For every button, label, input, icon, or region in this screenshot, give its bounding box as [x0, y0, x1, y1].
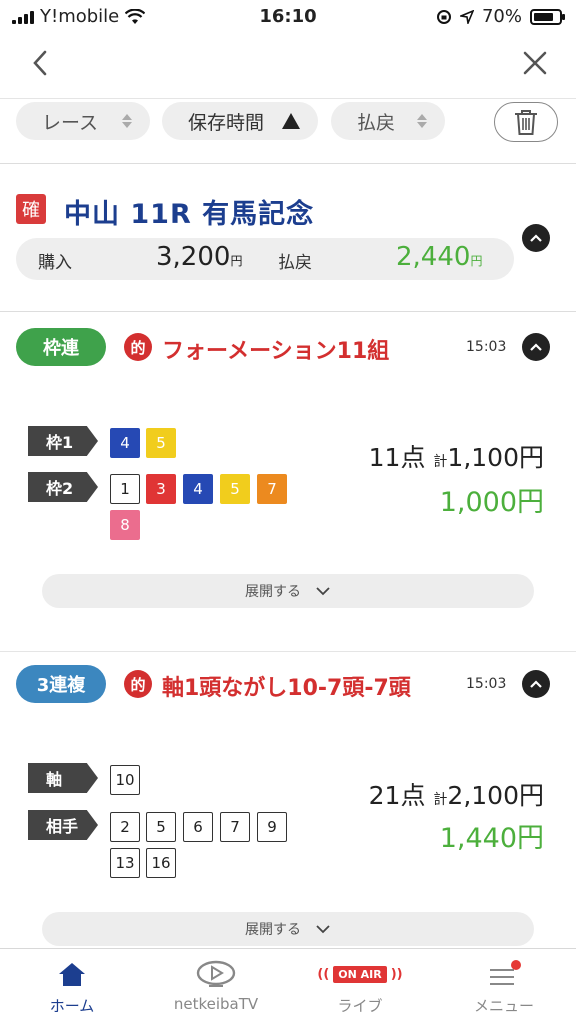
bet-time: 15:03 [466, 339, 507, 355]
menu-icon [490, 960, 521, 985]
horse-number: 6 [183, 812, 213, 842]
home-icon [59, 963, 85, 986]
tab-netkeibatv-label: netkeibaTV [173, 995, 259, 1013]
sort-payout-button[interactable]: 払戻 [331, 102, 445, 140]
battery-icon [530, 8, 565, 25]
bet-type-badge: 3連複 [16, 665, 106, 703]
tab-home-label: ホーム [49, 997, 95, 1015]
points-total: 11点 計1,100円 [368, 443, 544, 472]
chevron-up-icon [530, 234, 542, 242]
bet-payout: 1,000円 [439, 487, 544, 518]
frame-number: 5 [220, 474, 250, 504]
race-summary: 購入 3,200円 払戻 2,440円 [16, 238, 514, 280]
trash-icon [515, 110, 537, 135]
collapse-race-button[interactable] [522, 224, 550, 252]
location-icon [459, 9, 474, 24]
frame-number: 7 [257, 474, 287, 504]
close-icon[interactable] [520, 48, 550, 78]
filter-bar: レース 保存時間 払戻 [0, 98, 576, 164]
sort-updown-icon [417, 114, 427, 128]
bet-card: 枠連 的 フォーメーション11組 15:03 枠1 4 5 枠2 1 3 4 5… [0, 312, 576, 652]
collapse-bet-button[interactable] [522, 333, 550, 361]
rotation-lock-icon [436, 9, 451, 24]
payout-label: 払戻 [278, 253, 312, 273]
row-label: 枠1 [28, 426, 98, 456]
row-label: 軸 [28, 763, 98, 793]
confirmed-badge: 確 [16, 194, 46, 224]
horse-number: 2 [110, 812, 140, 842]
frame-number: 4 [110, 428, 140, 458]
expand-button[interactable]: 展開する [42, 912, 534, 946]
sort-payout-label: 払戻 [357, 111, 396, 134]
chevron-down-icon [316, 925, 330, 934]
expand-button[interactable]: 展開する [42, 574, 534, 608]
frame-number: 4 [183, 474, 213, 504]
purchase-amount: 3,200円 [156, 242, 243, 272]
tab-live-label: ライブ [337, 997, 383, 1015]
delete-button[interactable] [494, 102, 558, 142]
sort-race-label: レース [42, 111, 99, 134]
frame-number: 8 [110, 510, 140, 540]
purchase-label: 購入 [38, 253, 72, 273]
sort-saved-time-button[interactable]: 保存時間 [162, 102, 318, 140]
horse-number: 9 [257, 812, 287, 842]
frame-number: 3 [146, 474, 176, 504]
race-header: 確 中山 11R 有馬記念 購入 3,200円 払戻 2,440円 [0, 164, 576, 312]
bet-title: 軸1頭ながし10-7頭-7頭 [162, 676, 411, 701]
horse-number: 16 [146, 848, 176, 878]
chevron-up-icon [530, 680, 542, 688]
expand-label: 展開する [245, 584, 301, 600]
row-label: 枠2 [28, 472, 98, 502]
battery-percent: 70% [481, 6, 522, 27]
horse-number: 13 [110, 848, 140, 878]
sort-ascending-icon [282, 113, 300, 129]
bet-type-badge: 枠連 [16, 328, 106, 366]
payout-amount: 2,440円 [396, 242, 483, 272]
status-bar: Y!mobile 16:10 70% [0, 0, 576, 34]
frame-number: 1 [110, 474, 140, 504]
expand-label: 展開する [245, 922, 301, 938]
back-chevron-icon[interactable] [26, 48, 56, 78]
hit-badge: 的 [124, 670, 152, 698]
frame-number: 5 [146, 428, 176, 458]
bet-title: フォーメーション11組 [162, 339, 390, 364]
tv-play-icon [196, 960, 236, 987]
sort-race-button[interactable]: レース [16, 102, 150, 140]
chevron-down-icon [316, 587, 330, 596]
tab-live[interactable]: ((ON AIR)) ライブ [288, 957, 432, 1016]
tab-home[interactable]: ホーム [0, 957, 144, 1016]
horse-number: 5 [146, 812, 176, 842]
tab-menu-label: メニュー [473, 997, 534, 1015]
tab-bar: ホーム netkeibaTV ((ON AIR)) ライブ メニュー [0, 948, 576, 1024]
tab-netkeibatv[interactable]: netkeibaTV [144, 957, 288, 1013]
on-air-icon: ((ON AIR)) [317, 965, 403, 983]
horse-number: 10 [110, 765, 140, 795]
nav-bar [0, 34, 576, 96]
bet-card: 3連複 的 軸1頭ながし10-7頭-7頭 15:03 軸 10 相手 2 5 6… [0, 652, 576, 948]
sort-saved-time-label: 保存時間 [188, 111, 265, 134]
points-total: 21点 計2,100円 [368, 781, 544, 810]
bet-payout: 1,440円 [439, 823, 544, 854]
collapse-bet-button[interactable] [522, 670, 550, 698]
sort-updown-icon [122, 114, 132, 128]
chevron-up-icon [530, 343, 542, 351]
hit-badge: 的 [124, 333, 152, 361]
tab-menu[interactable]: メニュー [432, 957, 576, 1016]
row-label: 相手 [28, 810, 98, 840]
race-title: 中山 11R 有馬記念 [64, 199, 315, 230]
bet-time: 15:03 [466, 676, 507, 692]
horse-number: 7 [220, 812, 250, 842]
